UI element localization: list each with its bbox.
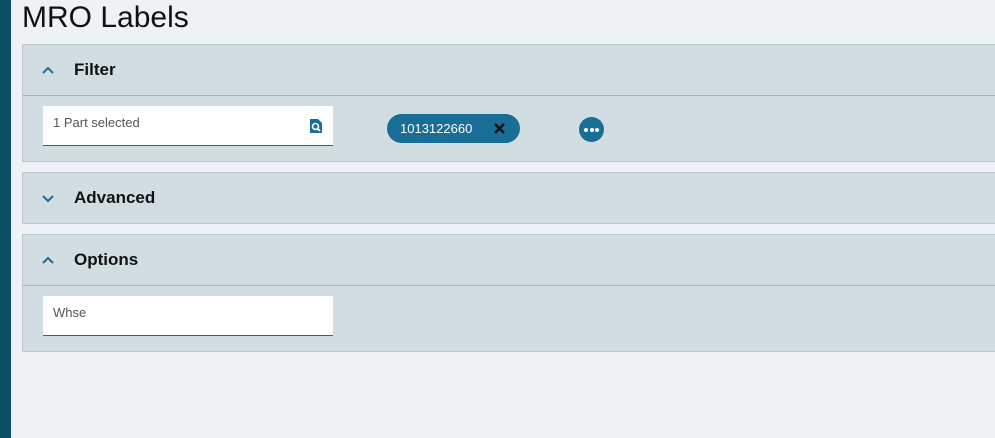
- chevron-down-icon[interactable]: [41, 191, 55, 205]
- part-selection-field[interactable]: 1 Part selected: [43, 106, 333, 146]
- chevron-up-icon[interactable]: [41, 63, 55, 77]
- more-options-icon: [584, 128, 588, 132]
- filter-panel: Filter 1 Part selected 1013122660: [22, 44, 995, 162]
- options-panel: Options Whse: [22, 234, 995, 352]
- selected-part-chip: 1013122660: [387, 114, 520, 143]
- options-panel-label: Options: [74, 250, 139, 269]
- part-selection-value: 1 Part selected: [53, 115, 140, 130]
- advanced-panel-header[interactable]: Advanced: [23, 173, 995, 223]
- selected-part-chip-label: 1013122660: [400, 121, 473, 136]
- whse-field-placeholder: Whse: [53, 305, 87, 320]
- search-lookup-icon[interactable]: [309, 118, 323, 134]
- more-options-button[interactable]: [579, 117, 604, 142]
- whse-field[interactable]: Whse: [43, 296, 333, 336]
- chevron-up-icon[interactable]: [41, 253, 55, 267]
- filter-panel-header[interactable]: Filter: [23, 45, 995, 96]
- app-left-edge-bar: [0, 0, 11, 438]
- page-title: MRO Labels: [22, 1, 189, 34]
- advanced-panel-label: Advanced: [74, 188, 156, 207]
- close-icon[interactable]: [493, 122, 506, 135]
- advanced-panel: Advanced: [22, 172, 995, 224]
- filter-panel-label: Filter: [74, 60, 116, 79]
- options-panel-header[interactable]: Options: [23, 235, 995, 286]
